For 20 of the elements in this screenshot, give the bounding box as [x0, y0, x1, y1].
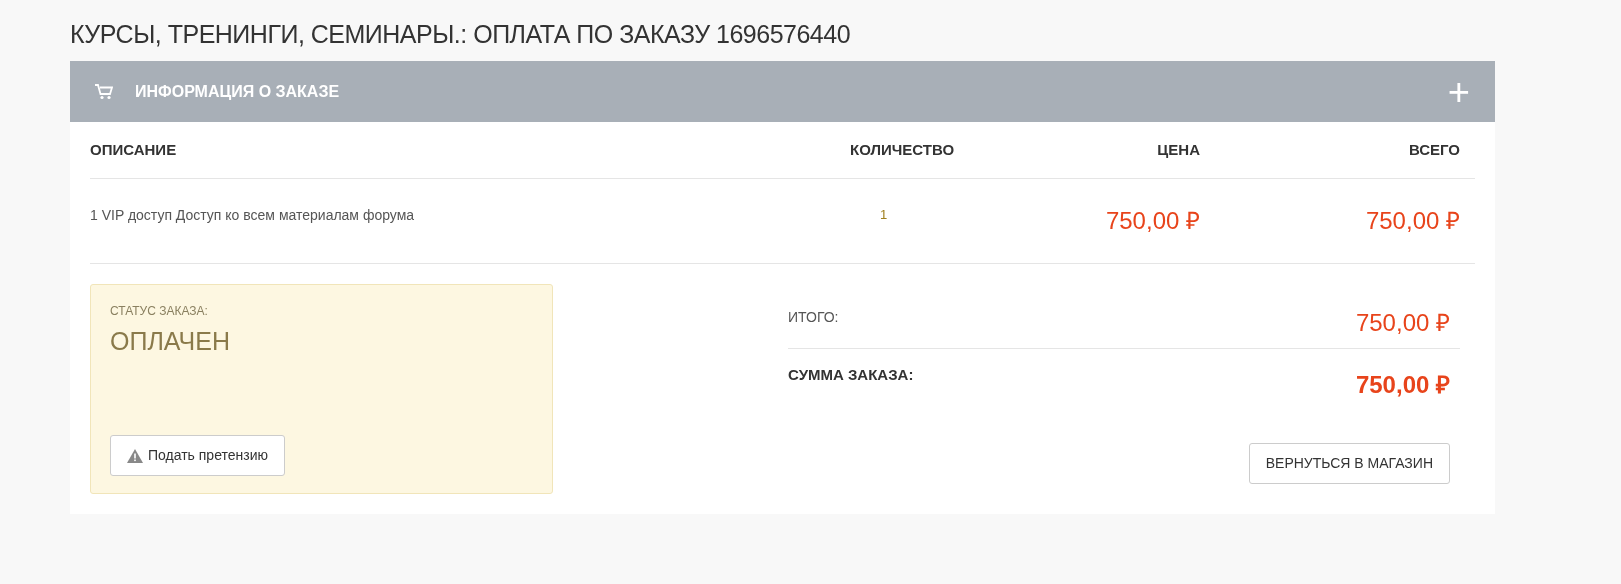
- cart-icon: [95, 83, 113, 100]
- return-button[interactable]: ВЕРНУТЬСЯ В МАГАЗИН: [1248, 443, 1450, 484]
- status-label: СТАТУС ЗАКАЗА:: [110, 303, 208, 320]
- column-header: ВСЕГО: [1408, 140, 1460, 158]
- total-value: 750,00 ₽: [1355, 308, 1450, 338]
- item-price: 750,00 ₽: [1105, 207, 1200, 234]
- column-header: КОЛИЧЕСТВО: [850, 140, 955, 158]
- total-label: СУММА ЗАКАЗА:: [788, 365, 914, 385]
- claim-button[interactable]: Подать претензию: [110, 435, 285, 476]
- total-value: 750,00 ₽: [1355, 370, 1450, 400]
- item-quantity: 1: [880, 207, 888, 222]
- status-value: ОПЛАЧЕН: [110, 326, 230, 357]
- warning-icon: [127, 448, 143, 463]
- item-description: 1 VIP доступ Доступ ко всем материалам форума: [90, 207, 415, 223]
- total-label: ИТОГО:: [788, 308, 839, 327]
- panel-title: ИНФОРМАЦИЯ О ЗАКАЗЕ: [135, 81, 340, 102]
- page-title: КУРСЫ, ТРЕНИНГИ, СЕМИНАРЫ.: ОПЛАТА ПО ЗАКАЗУ 1696576440: [70, 19, 851, 50]
- column-header: ОПИСАНИЕ: [90, 140, 177, 158]
- column-header: ЦЕНА: [1157, 140, 1200, 158]
- item-total: 750,00 ₽: [1365, 207, 1460, 234]
